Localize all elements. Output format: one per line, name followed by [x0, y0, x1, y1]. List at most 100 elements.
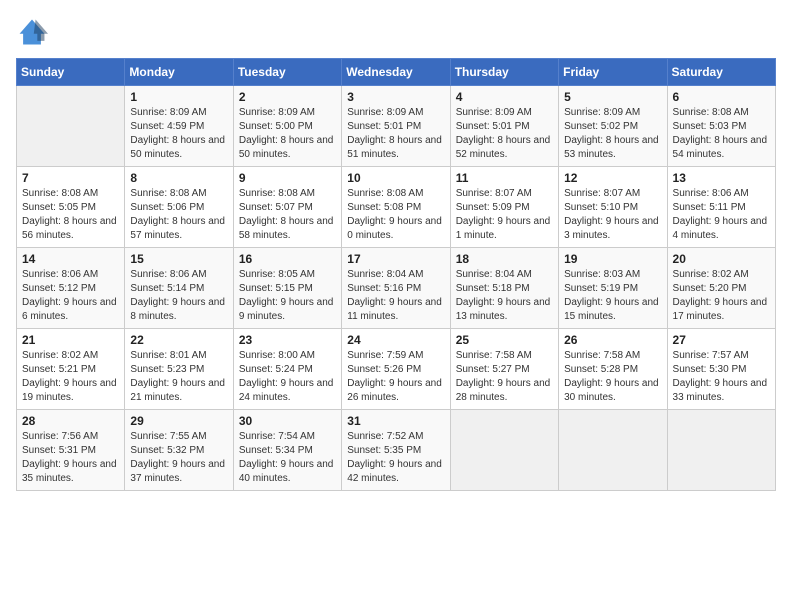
day-number: 2: [239, 90, 336, 104]
sunset-text: Sunset: 5:01 PM: [456, 120, 553, 134]
daylight-text: Daylight: 9 hours and 8 minutes.: [130, 296, 227, 324]
day-cell: [450, 410, 558, 491]
day-number: 24: [347, 333, 444, 347]
col-header-wednesday: Wednesday: [342, 59, 450, 86]
col-header-saturday: Saturday: [667, 59, 775, 86]
cell-info: Sunrise: 7:56 AM Sunset: 5:31 PM Dayligh…: [22, 430, 119, 486]
week-row-4: 21 Sunrise: 8:02 AM Sunset: 5:21 PM Dayl…: [17, 329, 776, 410]
sunrise-text: Sunrise: 8:08 AM: [347, 187, 444, 201]
day-number: 28: [22, 414, 119, 428]
sunset-text: Sunset: 5:24 PM: [239, 363, 336, 377]
sunrise-text: Sunrise: 8:08 AM: [130, 187, 227, 201]
cell-info: Sunrise: 8:08 AM Sunset: 5:03 PM Dayligh…: [673, 106, 770, 162]
day-cell: 20 Sunrise: 8:02 AM Sunset: 5:20 PM Dayl…: [667, 248, 775, 329]
cell-info: Sunrise: 8:08 AM Sunset: 5:08 PM Dayligh…: [347, 187, 444, 243]
sunrise-text: Sunrise: 8:08 AM: [673, 106, 770, 120]
sunset-text: Sunset: 5:06 PM: [130, 201, 227, 215]
sunrise-text: Sunrise: 8:07 AM: [564, 187, 661, 201]
day-cell: 9 Sunrise: 8:08 AM Sunset: 5:07 PM Dayli…: [233, 167, 341, 248]
day-number: 22: [130, 333, 227, 347]
day-number: 12: [564, 171, 661, 185]
daylight-text: Daylight: 9 hours and 4 minutes.: [673, 215, 770, 243]
day-number: 9: [239, 171, 336, 185]
col-header-sunday: Sunday: [17, 59, 125, 86]
day-cell: 3 Sunrise: 8:09 AM Sunset: 5:01 PM Dayli…: [342, 86, 450, 167]
daylight-text: Daylight: 9 hours and 1 minute.: [456, 215, 553, 243]
sunrise-text: Sunrise: 8:08 AM: [22, 187, 119, 201]
sunrise-text: Sunrise: 8:08 AM: [239, 187, 336, 201]
sunrise-text: Sunrise: 8:04 AM: [456, 268, 553, 282]
cell-info: Sunrise: 8:08 AM Sunset: 5:07 PM Dayligh…: [239, 187, 336, 243]
sunrise-text: Sunrise: 8:04 AM: [347, 268, 444, 282]
day-number: 1: [130, 90, 227, 104]
day-cell: 19 Sunrise: 8:03 AM Sunset: 5:19 PM Dayl…: [559, 248, 667, 329]
daylight-text: Daylight: 8 hours and 53 minutes.: [564, 134, 661, 162]
sunset-text: Sunset: 5:27 PM: [456, 363, 553, 377]
day-cell: 26 Sunrise: 7:58 AM Sunset: 5:28 PM Dayl…: [559, 329, 667, 410]
col-header-thursday: Thursday: [450, 59, 558, 86]
day-number: 7: [22, 171, 119, 185]
col-header-friday: Friday: [559, 59, 667, 86]
cell-info: Sunrise: 8:08 AM Sunset: 5:06 PM Dayligh…: [130, 187, 227, 243]
sunrise-text: Sunrise: 8:06 AM: [130, 268, 227, 282]
cell-info: Sunrise: 8:03 AM Sunset: 5:19 PM Dayligh…: [564, 268, 661, 324]
sunrise-text: Sunrise: 8:09 AM: [564, 106, 661, 120]
daylight-text: Daylight: 9 hours and 0 minutes.: [347, 215, 444, 243]
daylight-text: Daylight: 9 hours and 21 minutes.: [130, 377, 227, 405]
cell-info: Sunrise: 8:04 AM Sunset: 5:16 PM Dayligh…: [347, 268, 444, 324]
cell-info: Sunrise: 8:01 AM Sunset: 5:23 PM Dayligh…: [130, 349, 227, 405]
sunrise-text: Sunrise: 8:09 AM: [130, 106, 227, 120]
sunset-text: Sunset: 5:02 PM: [564, 120, 661, 134]
day-number: 11: [456, 171, 553, 185]
daylight-text: Daylight: 8 hours and 58 minutes.: [239, 215, 336, 243]
daylight-text: Daylight: 9 hours and 19 minutes.: [22, 377, 119, 405]
sunrise-text: Sunrise: 8:03 AM: [564, 268, 661, 282]
cell-info: Sunrise: 8:09 AM Sunset: 5:01 PM Dayligh…: [456, 106, 553, 162]
day-number: 19: [564, 252, 661, 266]
sunrise-text: Sunrise: 7:52 AM: [347, 430, 444, 444]
sunset-text: Sunset: 5:01 PM: [347, 120, 444, 134]
daylight-text: Daylight: 9 hours and 30 minutes.: [564, 377, 661, 405]
day-number: 30: [239, 414, 336, 428]
day-cell: 12 Sunrise: 8:07 AM Sunset: 5:10 PM Dayl…: [559, 167, 667, 248]
cell-info: Sunrise: 8:06 AM Sunset: 5:12 PM Dayligh…: [22, 268, 119, 324]
week-row-1: 1 Sunrise: 8:09 AM Sunset: 4:59 PM Dayli…: [17, 86, 776, 167]
day-cell: 29 Sunrise: 7:55 AM Sunset: 5:32 PM Dayl…: [125, 410, 233, 491]
day-cell: 31 Sunrise: 7:52 AM Sunset: 5:35 PM Dayl…: [342, 410, 450, 491]
cell-info: Sunrise: 7:52 AM Sunset: 5:35 PM Dayligh…: [347, 430, 444, 486]
calendar-table: SundayMondayTuesdayWednesdayThursdayFrid…: [16, 58, 776, 491]
sunrise-text: Sunrise: 7:55 AM: [130, 430, 227, 444]
sunset-text: Sunset: 5:19 PM: [564, 282, 661, 296]
daylight-text: Daylight: 8 hours and 50 minutes.: [239, 134, 336, 162]
day-number: 31: [347, 414, 444, 428]
day-number: 8: [130, 171, 227, 185]
cell-info: Sunrise: 8:09 AM Sunset: 5:01 PM Dayligh…: [347, 106, 444, 162]
sunset-text: Sunset: 5:03 PM: [673, 120, 770, 134]
sunrise-text: Sunrise: 7:58 AM: [456, 349, 553, 363]
sunset-text: Sunset: 5:10 PM: [564, 201, 661, 215]
day-number: 18: [456, 252, 553, 266]
day-number: 29: [130, 414, 227, 428]
daylight-text: Daylight: 9 hours and 42 minutes.: [347, 458, 444, 486]
sunrise-text: Sunrise: 7:54 AM: [239, 430, 336, 444]
day-number: 21: [22, 333, 119, 347]
sunset-text: Sunset: 5:34 PM: [239, 444, 336, 458]
daylight-text: Daylight: 9 hours and 33 minutes.: [673, 377, 770, 405]
sunset-text: Sunset: 5:15 PM: [239, 282, 336, 296]
day-number: 10: [347, 171, 444, 185]
sunset-text: Sunset: 5:28 PM: [564, 363, 661, 377]
sunset-text: Sunset: 5:31 PM: [22, 444, 119, 458]
day-cell: 4 Sunrise: 8:09 AM Sunset: 5:01 PM Dayli…: [450, 86, 558, 167]
cell-info: Sunrise: 8:09 AM Sunset: 5:02 PM Dayligh…: [564, 106, 661, 162]
day-cell: 28 Sunrise: 7:56 AM Sunset: 5:31 PM Dayl…: [17, 410, 125, 491]
sunset-text: Sunset: 5:08 PM: [347, 201, 444, 215]
cell-info: Sunrise: 8:00 AM Sunset: 5:24 PM Dayligh…: [239, 349, 336, 405]
col-header-tuesday: Tuesday: [233, 59, 341, 86]
sunset-text: Sunset: 5:21 PM: [22, 363, 119, 377]
sunset-text: Sunset: 5:07 PM: [239, 201, 336, 215]
sunset-text: Sunset: 5:05 PM: [22, 201, 119, 215]
col-header-monday: Monday: [125, 59, 233, 86]
daylight-text: Daylight: 9 hours and 40 minutes.: [239, 458, 336, 486]
sunrise-text: Sunrise: 8:09 AM: [456, 106, 553, 120]
sunrise-text: Sunrise: 8:02 AM: [673, 268, 770, 282]
